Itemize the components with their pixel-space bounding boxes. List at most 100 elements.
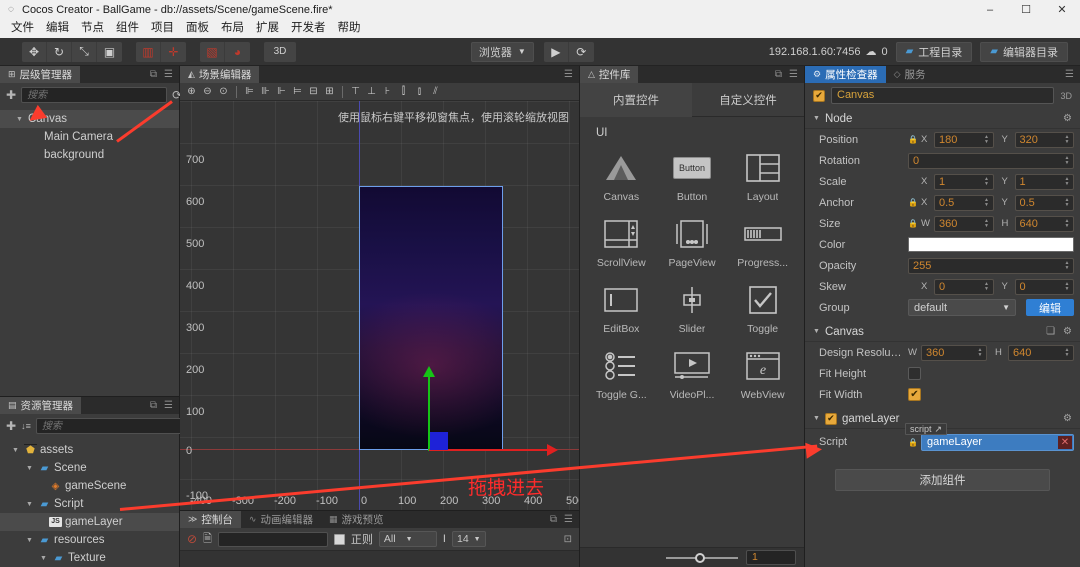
tree-item-resources-folder[interactable]: ▼ ▰ resources <box>0 531 179 549</box>
stepper-icon[interactable]: ▲ ▼ <box>983 176 991 188</box>
align-bottom-icon[interactable]: ⊞ <box>322 84 337 99</box>
distribute-top-icon[interactable]: ⊤ <box>348 84 363 99</box>
center-toggle-button[interactable]: ✛ <box>161 42 186 62</box>
menu-item-help[interactable]: 帮助 <box>332 19 367 38</box>
stepper-icon[interactable]: ▲ ▼ <box>1063 197 1071 209</box>
menu-item-panel[interactable]: 面板 <box>180 19 215 38</box>
rect-transform-tool-button[interactable]: ▣ <box>97 42 122 62</box>
external-link-icon[interactable]: ↗ <box>935 424 943 435</box>
library-item-progressbar[interactable]: Progress... <box>727 213 798 275</box>
library-item-scrollview[interactable]: ScrollView <box>586 213 657 275</box>
export-log-icon[interactable]: 🗎 <box>203 530 212 549</box>
zoom-reset-icon[interactable]: ⊙ <box>216 84 231 99</box>
console-collapse-icon[interactable]: ⊡ <box>564 534 572 545</box>
canvas-help-icon[interactable]: ❏ <box>1046 326 1055 337</box>
local-coord-toggle-button[interactable]: ▧ <box>200 41 225 62</box>
align-top-icon[interactable]: ⊨ <box>290 84 305 99</box>
distribute-bottom-icon[interactable]: ⊦ <box>380 84 395 99</box>
distribute-center-icon[interactable]: ⫾ <box>412 84 427 99</box>
stepper-icon[interactable]: ▲ ▼ <box>976 347 984 359</box>
editor-dir-button[interactable]: ▰ 编辑器目录 <box>980 41 1068 62</box>
library-zoom-slider[interactable] <box>666 552 738 563</box>
tree-item-gamelayer[interactable]: JS gameLayer <box>0 513 179 531</box>
menu-item-extension[interactable]: 扩展 <box>250 19 285 38</box>
play-button[interactable]: ▶ <box>544 41 569 62</box>
add-component-button[interactable]: 添加组件 <box>835 469 1050 491</box>
menu-item-developer[interactable]: 开发者 <box>285 19 332 38</box>
minimize-button[interactable]: – <box>972 0 1008 19</box>
library-item-togglegroup[interactable]: Toggle G... <box>586 345 657 407</box>
library-item-toggle[interactable]: Toggle <box>727 279 798 341</box>
popout-icon[interactable]: ⧉ <box>150 400 157 411</box>
hamburger-menu-icon[interactable]: ☰ <box>789 69 798 80</box>
tab-assets[interactable]: ▤ 资源管理器 <box>0 397 82 414</box>
tab-game-preview[interactable]: ▦ 游戏预览 <box>320 511 392 528</box>
remove-script-button[interactable]: ✕ <box>1058 435 1072 449</box>
stepper-icon[interactable]: ▲ ▼ <box>1063 260 1071 272</box>
stepper-icon[interactable]: ▲ ▼ <box>1063 155 1071 167</box>
lock-icon[interactable]: 🔒 <box>908 219 918 228</box>
menu-item-project[interactable]: 项目 <box>145 19 180 38</box>
sort-icon[interactable]: ↓≡ <box>21 421 31 431</box>
refresh-button[interactable]: ⟳ <box>569 42 594 62</box>
regex-checkbox[interactable] <box>333 533 345 545</box>
chevron-down-icon[interactable]: ▼ <box>813 115 820 122</box>
scale-y-input[interactable]: 1 ▲ ▼ <box>1014 173 1074 190</box>
popout-icon[interactable]: ⧉ <box>150 69 157 80</box>
chevron-down-icon[interactable]: ▼ <box>24 501 35 508</box>
position-y-input[interactable]: 320 ▲ ▼ <box>1014 131 1074 148</box>
menu-item-file[interactable]: 文件 <box>5 19 40 38</box>
hierarchy-search-input[interactable] <box>21 87 168 103</box>
script-asset-field[interactable]: gameLayer ✕ <box>921 433 1074 451</box>
close-button[interactable]: ✕ <box>1044 0 1080 19</box>
stepper-icon[interactable]: ▲ ▼ <box>1063 176 1071 188</box>
hamburger-menu-icon[interactable]: ☰ <box>564 69 573 80</box>
chevron-down-icon[interactable]: ▼ <box>813 328 820 335</box>
skew-x-input[interactable]: 0 ▲ ▼ <box>934 278 994 295</box>
preview-target-dropdown[interactable]: 浏览器 ▼ <box>470 41 534 62</box>
skew-y-input[interactable]: 0 ▲ ▼ <box>1014 278 1074 295</box>
move-tool-button[interactable]: ✥ <box>22 41 47 62</box>
align-left-icon[interactable]: ⊫ <box>242 84 257 99</box>
library-item-slider[interactable]: Slider <box>657 279 728 341</box>
group-edit-button[interactable]: 编辑 <box>1026 299 1074 316</box>
fit-width-checkbox[interactable]: ✔ <box>908 388 921 401</box>
scale-tool-button[interactable]: ⤡ <box>72 41 97 62</box>
chevron-down-icon[interactable]: ▼ <box>38 555 49 562</box>
popout-icon[interactable]: ⧉ <box>550 514 557 525</box>
design-resolution-h-input[interactable]: 640 ▲ ▼ <box>1008 344 1074 361</box>
stepper-icon[interactable]: ▲ ▼ <box>1063 134 1071 146</box>
align-right-icon[interactable]: ⊩ <box>274 84 289 99</box>
library-item-webview[interactable]: e WebView <box>727 345 798 407</box>
library-item-videoplayer[interactable]: VideoPl... <box>657 345 728 407</box>
font-size-dropdown[interactable]: 14 ▼ <box>451 531 486 547</box>
align-center-h-icon[interactable]: ⊪ <box>258 84 273 99</box>
stepper-icon[interactable]: ▲ ▼ <box>983 197 991 209</box>
gamelayer-enabled-checkbox[interactable]: ✔ <box>824 412 837 425</box>
subtab-custom-controls[interactable]: 自定义控件 <box>692 83 804 117</box>
lock-icon[interactable]: 🔒 <box>908 438 918 447</box>
hamburger-menu-icon[interactable]: ☰ <box>1065 69 1074 80</box>
size-w-input[interactable]: 360 ▲ ▼ <box>934 215 994 232</box>
library-item-canvas[interactable]: Canvas <box>586 147 657 209</box>
subtab-builtin-controls[interactable]: 内置控件 <box>580 83 692 117</box>
align-middle-v-icon[interactable]: ⊟ <box>306 84 321 99</box>
project-dir-button[interactable]: ▰ 工程目录 <box>895 41 973 62</box>
chevron-down-icon[interactable]: ▼ <box>24 537 35 544</box>
ball-node-sprite[interactable] <box>430 432 448 450</box>
rotate-tool-button[interactable]: ↻ <box>47 41 72 62</box>
anchor-x-input[interactable]: 0.5 ▲ ▼ <box>934 194 994 211</box>
global-coord-toggle-button[interactable]: ◕ <box>225 42 250 62</box>
lock-icon[interactable]: 🔒 <box>908 135 918 144</box>
chevron-down-icon[interactable]: ▼ <box>813 415 820 422</box>
tab-controls-library[interactable]: △ 控件库 <box>580 66 639 83</box>
tree-item-background[interactable]: background <box>0 146 179 164</box>
hamburger-menu-icon[interactable]: ☰ <box>164 400 173 411</box>
console-filter-input[interactable] <box>217 531 328 547</box>
menu-item-node[interactable]: 节点 <box>75 19 110 38</box>
zoom-in-icon[interactable]: ⊕ <box>184 84 199 99</box>
hamburger-menu-icon[interactable]: ☰ <box>164 69 173 80</box>
menu-item-edit[interactable]: 编辑 <box>40 19 75 38</box>
scene-viewport[interactable]: 使用鼠标右键平移视窗焦点，使用滚轮缩放视图 700 600 500 400 30… <box>180 101 579 510</box>
canvas-section-settings-icon[interactable]: ⚙ <box>1063 326 1072 337</box>
